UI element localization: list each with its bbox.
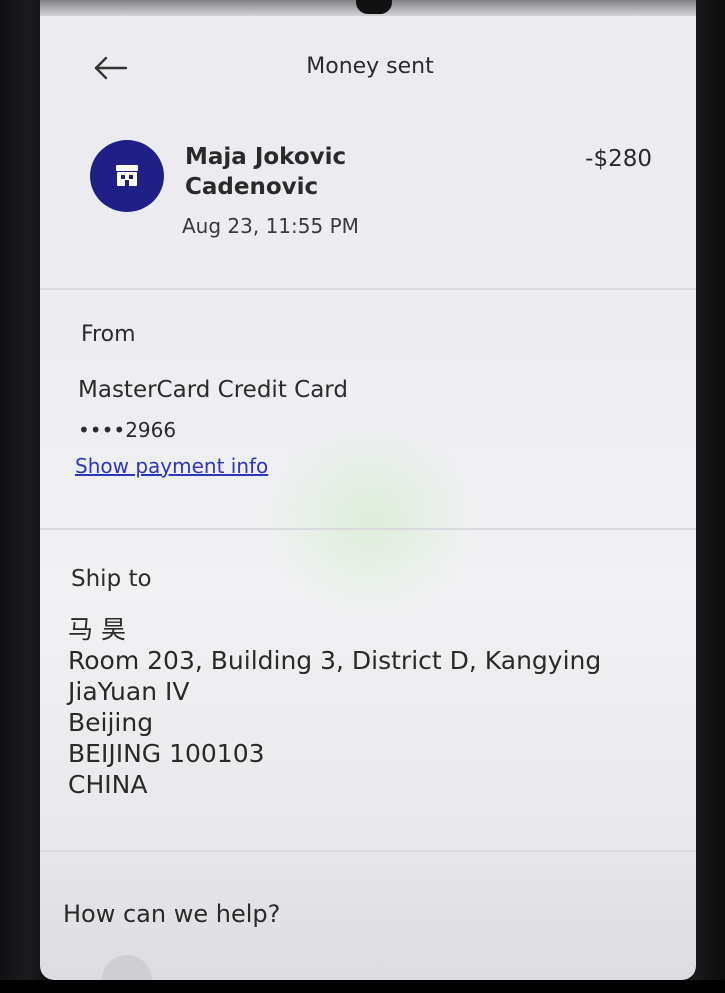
arrow-left-icon	[94, 56, 128, 80]
screen-glare	[260, 420, 480, 620]
address-line-country: CHINA	[68, 770, 148, 799]
ship-to-label: Ship to	[71, 566, 152, 592]
transaction-summary: Maja Jokovic Cadenovic -$280 Aug 23, 11:…	[40, 128, 696, 258]
help-row[interactable]: How can we help?	[40, 880, 696, 950]
back-button[interactable]	[90, 50, 132, 86]
address-line-complex: JiaYuan IV	[68, 677, 190, 706]
bottom-edge	[0, 980, 725, 993]
from-label: From	[81, 322, 136, 347]
bottom-button-edge	[102, 955, 152, 980]
merchant-name-line-1: Maja Jokovic	[185, 144, 347, 170]
transaction-amount: -$280	[585, 146, 652, 172]
shipping-address: 马 昊 Room 203, Building 3, District D, Ka…	[68, 614, 668, 800]
merchant-name: Maja Jokovic Cadenovic	[185, 142, 445, 202]
transaction-date: Aug 23, 11:55 PM	[182, 214, 359, 238]
address-recipient: 马 昊	[68, 615, 126, 644]
card-number: ••••2966	[78, 418, 177, 442]
address-line-street: Room 203, Building 3, District D, Kangyi…	[68, 646, 602, 675]
camera-notch	[356, 0, 392, 14]
section-divider	[40, 288, 696, 290]
phone-screen: Money sent Maja Jokovic Cadenovic -$280 …	[40, 0, 696, 980]
page-title: Money sent	[306, 54, 434, 79]
merchant-avatar	[90, 140, 164, 212]
storefront-icon	[116, 165, 138, 186]
card-name: MasterCard Credit Card	[78, 377, 348, 403]
help-label: How can we help?	[63, 900, 281, 928]
show-payment-info-link[interactable]: Show payment info	[75, 454, 268, 478]
address-line-region-postal: BEIJING 100103	[68, 739, 265, 768]
merchant-name-line-2: Cadenovic	[185, 174, 319, 200]
section-divider	[40, 850, 696, 852]
address-line-city: Beijing	[68, 708, 154, 737]
section-divider	[40, 528, 696, 530]
top-app-bar: Money sent	[40, 38, 696, 100]
